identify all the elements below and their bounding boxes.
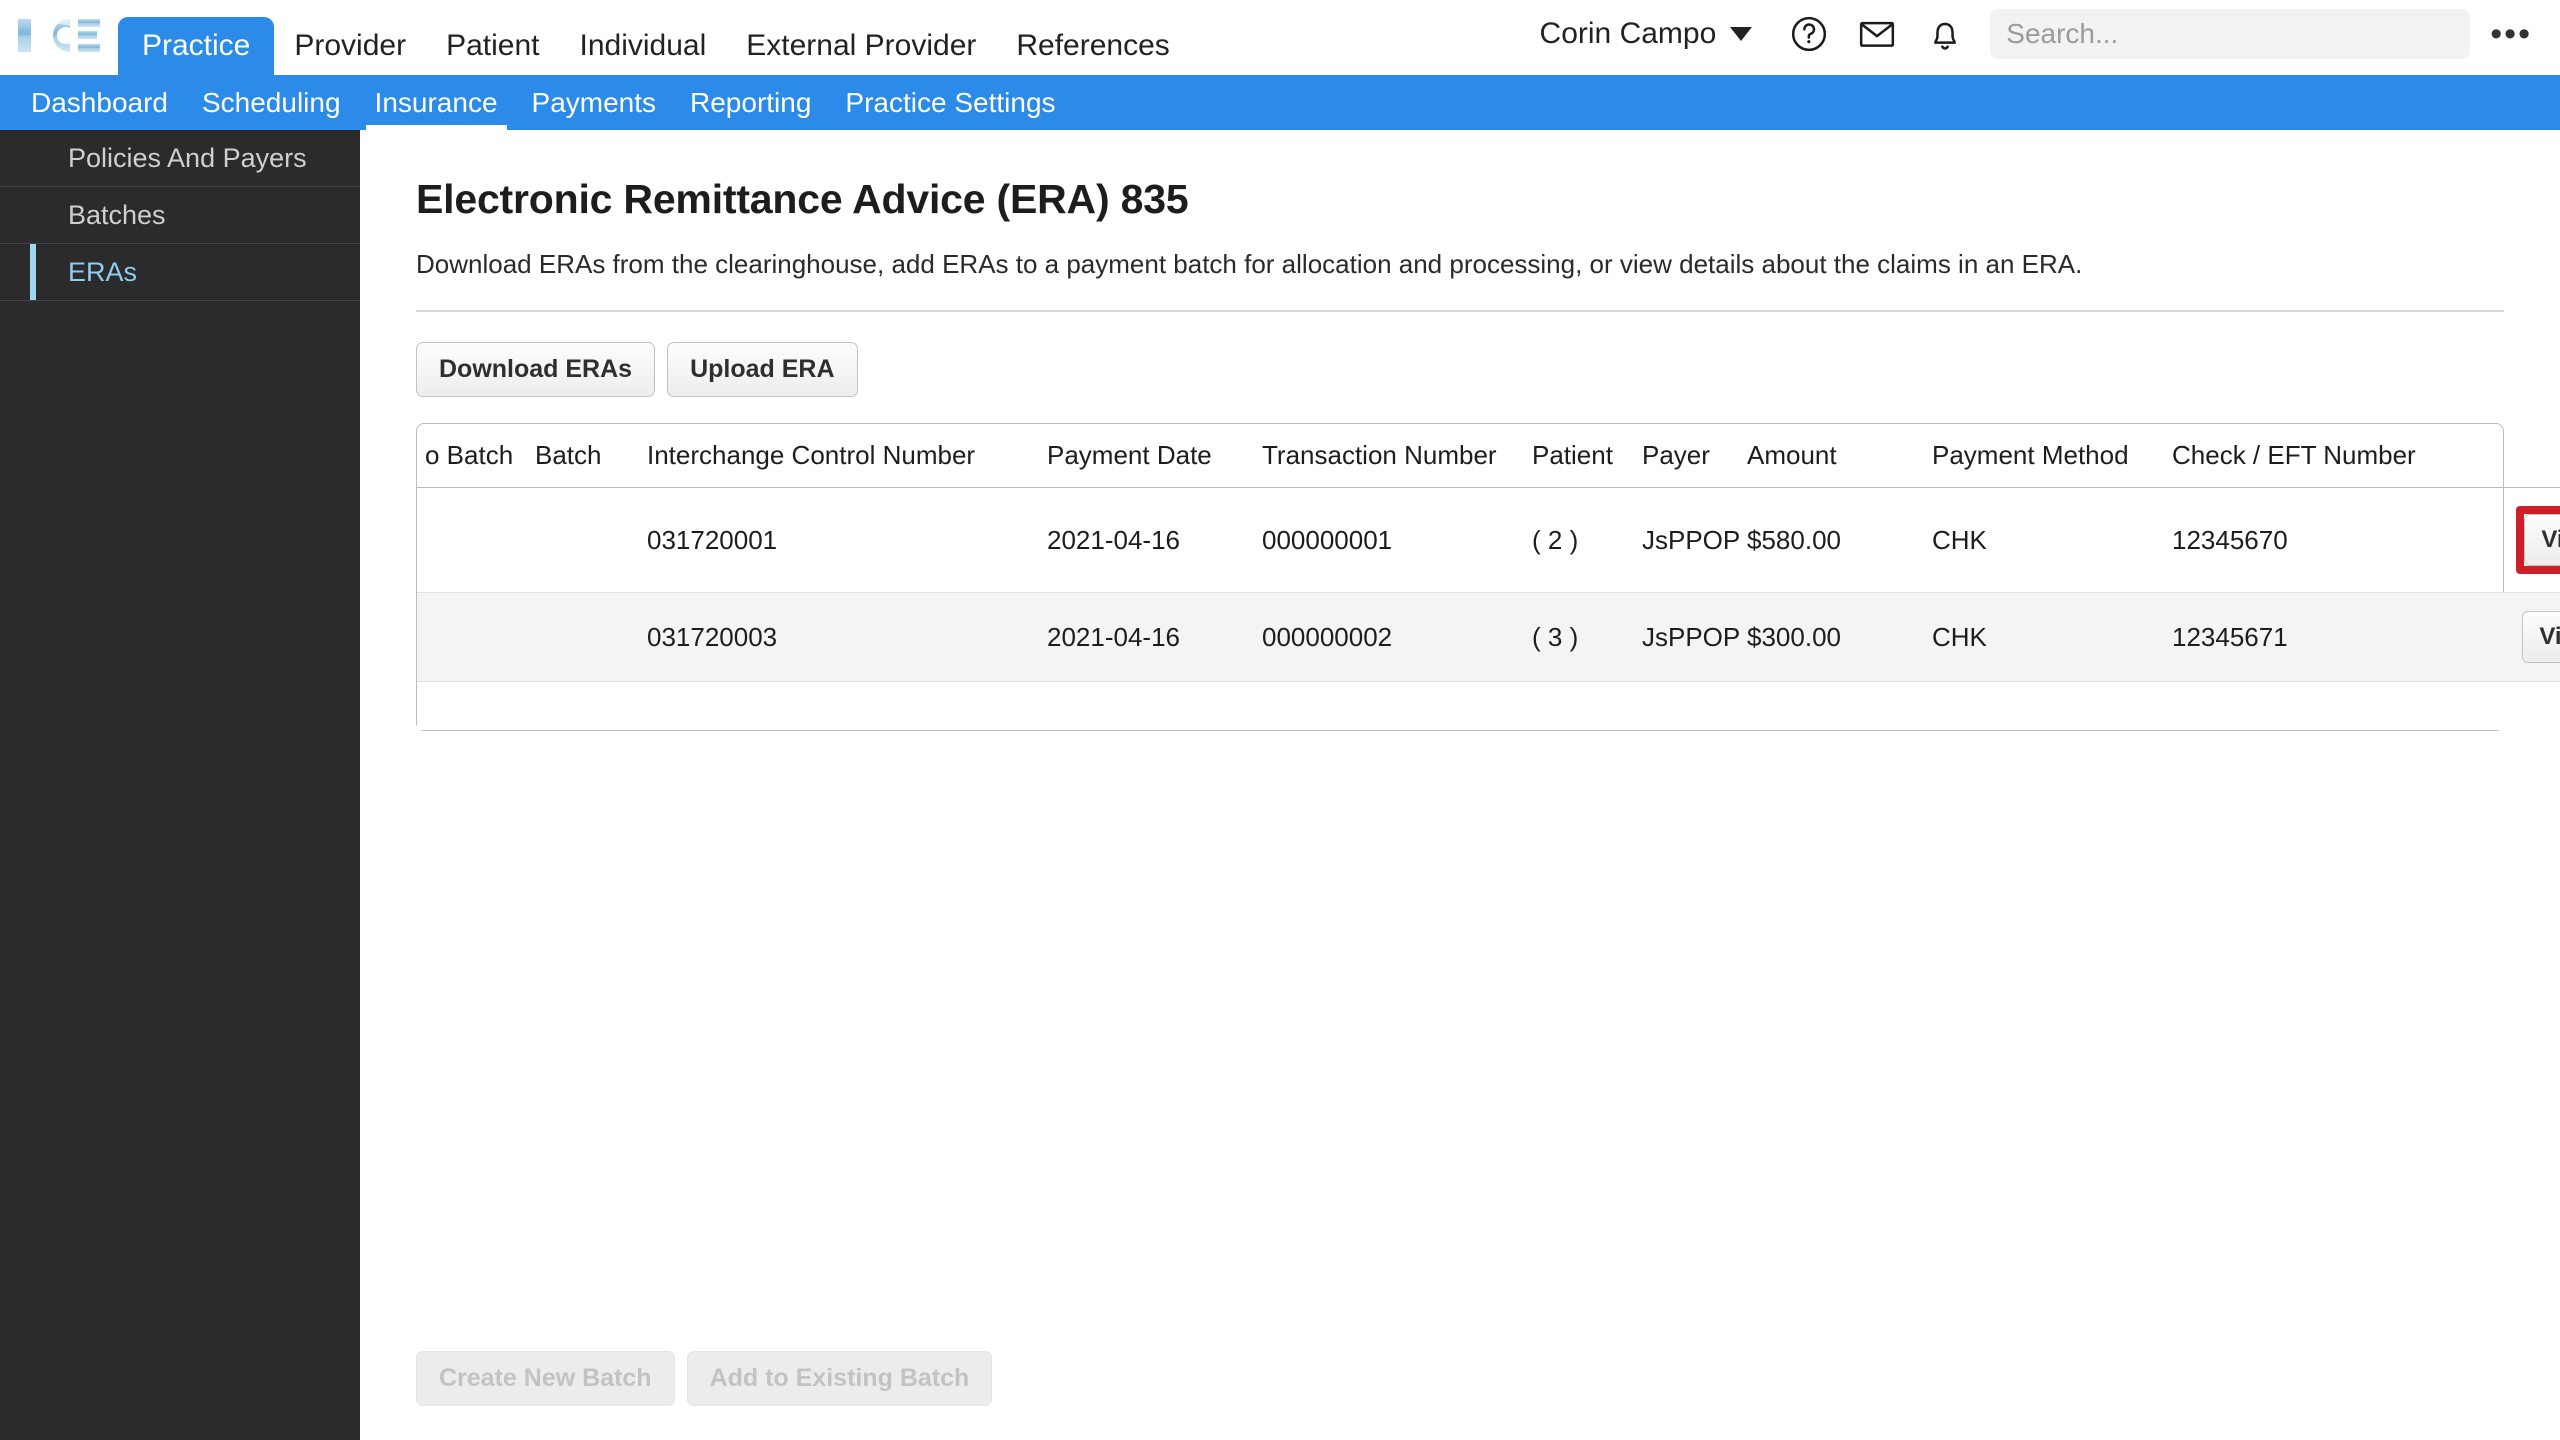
- nav-item-dashboard[interactable]: Dashboard: [14, 75, 185, 130]
- section-divider: [416, 310, 2504, 312]
- sidebar-item-label: Batches: [68, 199, 166, 230]
- create-new-batch-button[interactable]: Create New Batch: [416, 1351, 675, 1406]
- cell-payment-date: 2021-04-16: [1039, 592, 1254, 682]
- nav-item-payments[interactable]: Payments: [515, 75, 674, 130]
- table-header-row: o Batch Batch Interchange Control Number…: [417, 424, 2560, 488]
- cell-patient: ( 3 ): [1524, 592, 1634, 682]
- eras-table: o Batch Batch Interchange Control Number…: [417, 424, 2560, 730]
- page-body: Policies And Payers Batches ERAs Electro…: [0, 130, 2560, 1440]
- column-header-add-to-batch[interactable]: o Batch: [417, 424, 527, 488]
- sidebar: Policies And Payers Batches ERAs: [0, 130, 360, 1440]
- tab-references[interactable]: References: [996, 17, 1189, 75]
- sidebar-item-label: ERAs: [68, 256, 138, 287]
- upload-era-button[interactable]: Upload ERA: [667, 342, 858, 397]
- add-to-existing-batch-button[interactable]: Add to Existing Batch: [686, 1351, 993, 1406]
- top-bar-right: Corin Campo •••: [1540, 0, 2560, 75]
- top-bar: Practice Provider Patient Individual Ext…: [0, 0, 2560, 75]
- cell-batch: [527, 592, 639, 682]
- column-header-transaction-number[interactable]: Transaction Number: [1254, 424, 1524, 488]
- cell-payer: JsPPOP: [1634, 592, 1740, 682]
- cell-check-eft-number: 12345670: [2164, 487, 2494, 593]
- table-filler-cell: [417, 681, 2560, 730]
- column-header-payment-method[interactable]: Payment Method: [1924, 424, 2164, 488]
- footer-actions: Create New Batch Add to Existing Batch: [416, 1351, 993, 1406]
- page-title: Electronic Remittance Advice (ERA) 835: [416, 176, 1189, 222]
- tab-provider[interactable]: Provider: [274, 17, 426, 75]
- cell-payer: JsPPOP: [1634, 487, 1740, 593]
- search-box[interactable]: [1990, 8, 2471, 59]
- view-claims-button[interactable]: View Claims: [2524, 514, 2560, 566]
- column-header-batch[interactable]: Batch: [527, 424, 639, 488]
- app-logo[interactable]: [0, 0, 118, 75]
- cell-add-to-batch[interactable]: [417, 592, 527, 682]
- cell-patient: ( 2 ): [1524, 487, 1634, 593]
- sidebar-item-policies-and-payers[interactable]: Policies And Payers: [0, 130, 360, 187]
- eras-table-container: o Batch Batch Interchange Control Number…: [416, 423, 2560, 731]
- column-header-payer[interactable]: Payer: [1634, 424, 1739, 488]
- cell-interchange-control-number: 031720001: [639, 487, 1039, 593]
- cell-payment-method: CHK: [1924, 592, 2164, 682]
- column-header-interchange-control-number[interactable]: Interchange Control Number: [639, 424, 1039, 488]
- cell-payment-method: CHK: [1924, 487, 2164, 593]
- highlight-annotation: View Claims: [2516, 506, 2560, 574]
- cell-batch: [527, 487, 639, 593]
- table-toolbar: Download ERAs Upload ERA: [416, 342, 2504, 397]
- column-header-actions: [2494, 424, 2560, 488]
- main-content: Electronic Remittance Advice (ERA) 835 D…: [360, 130, 2560, 1440]
- column-header-check-eft-number[interactable]: Check / EFT Number: [2164, 424, 2494, 488]
- tab-patient[interactable]: Patient: [426, 17, 559, 75]
- cell-transaction-number: 000000002: [1254, 592, 1524, 682]
- cell-actions: View Claims: [2494, 487, 2560, 593]
- cell-check-eft-number: 12345671: [2164, 592, 2494, 682]
- user-name-label: Corin Campo: [1539, 16, 1717, 50]
- overflow-menu-icon[interactable]: •••: [2480, 17, 2542, 51]
- cell-add-to-batch[interactable]: [417, 487, 527, 593]
- table-body: 031720001 2021-04-16 000000001 ( 2 ) JsP…: [417, 487, 2560, 730]
- mail-icon[interactable]: [1854, 11, 1900, 57]
- ice-logo-icon: [18, 15, 100, 52]
- download-eras-button[interactable]: Download ERAs: [416, 342, 656, 397]
- nav-item-insurance[interactable]: Insurance: [358, 75, 515, 130]
- user-menu[interactable]: Corin Campo: [1540, 17, 1753, 51]
- table-filler-row: [417, 681, 2560, 730]
- help-icon[interactable]: [1786, 11, 1832, 57]
- sidebar-item-label: Policies And Payers: [68, 142, 307, 173]
- tab-practice[interactable]: Practice: [118, 17, 275, 75]
- column-header-amount[interactable]: Amount: [1739, 424, 1924, 488]
- view-claims-button[interactable]: View Claims: [2522, 611, 2560, 663]
- cell-transaction-number: 000000001: [1254, 487, 1524, 593]
- nav-item-scheduling[interactable]: Scheduling: [185, 75, 358, 130]
- sidebar-item-batches[interactable]: Batches: [0, 187, 360, 244]
- cell-amount: $580.00: [1739, 487, 1924, 593]
- search-input[interactable]: [2006, 17, 2455, 50]
- chevron-down-icon: [1730, 26, 1753, 41]
- page-description: Download ERAs from the clearinghouse, ad…: [416, 249, 2083, 279]
- cell-interchange-control-number: 031720003: [639, 592, 1039, 682]
- sidebar-item-eras[interactable]: ERAs: [0, 244, 360, 301]
- tab-individual[interactable]: Individual: [560, 17, 727, 75]
- cell-amount: $300.00: [1739, 592, 1924, 682]
- column-header-payment-date[interactable]: Payment Date: [1039, 424, 1254, 488]
- nav-item-practice-settings[interactable]: Practice Settings: [828, 75, 1072, 130]
- bell-icon[interactable]: [1922, 11, 1968, 57]
- cell-payment-date: 2021-04-16: [1039, 487, 1254, 593]
- table-header: o Batch Batch Interchange Control Number…: [417, 424, 2560, 488]
- table-row[interactable]: 031720001 2021-04-16 000000001 ( 2 ) JsP…: [417, 487, 2560, 593]
- tab-external-provider[interactable]: External Provider: [726, 17, 996, 75]
- primary-tab-bar: Practice Provider Patient Individual Ext…: [118, 0, 1190, 75]
- table-row[interactable]: 031720003 2021-04-16 000000002 ( 3 ) JsP…: [417, 592, 2560, 682]
- nav-item-reporting[interactable]: Reporting: [673, 75, 828, 130]
- secondary-nav-bar: Dashboard Scheduling Insurance Payments …: [0, 75, 2560, 130]
- column-header-patient[interactable]: Patient: [1524, 424, 1634, 488]
- cell-actions: View Claims: [2494, 592, 2560, 682]
